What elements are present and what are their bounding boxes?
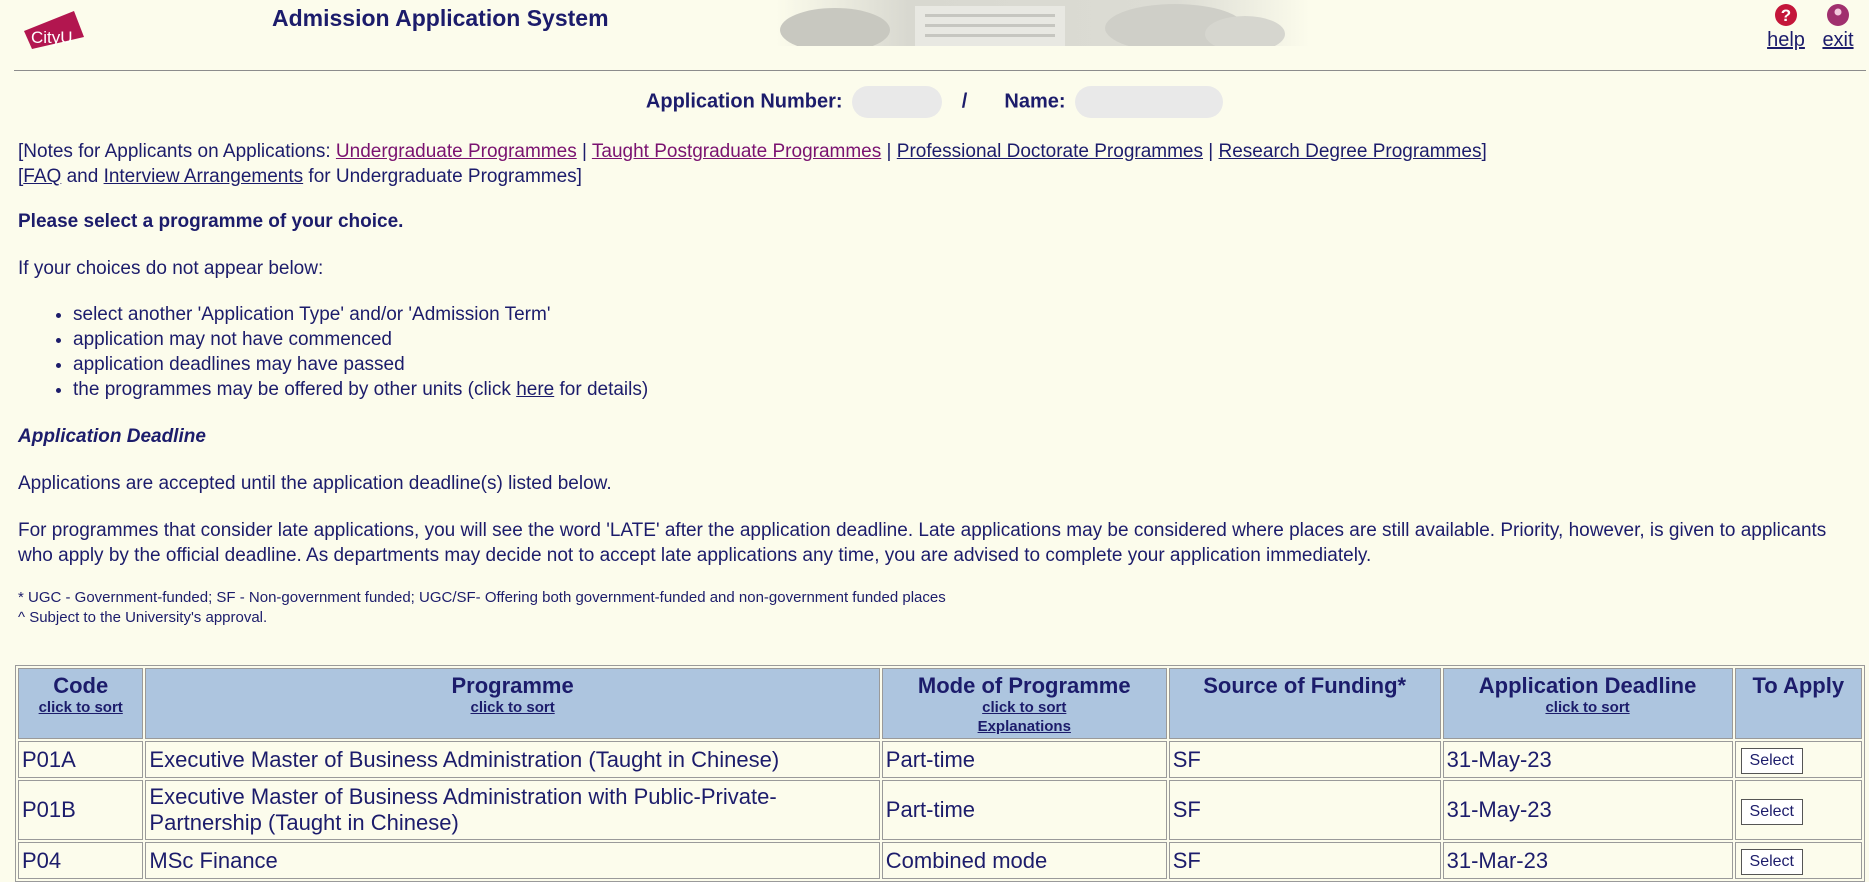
sort-by-programme-link[interactable]: click to sort — [150, 698, 874, 717]
instructions-section: [Notes for Applicants on Applications: U… — [18, 139, 1858, 628]
sort-by-mode-link[interactable]: click to sort — [887, 698, 1162, 717]
mode-explanations-link[interactable]: Explanations — [887, 717, 1162, 736]
app-title: Admission Application System — [272, 5, 609, 31]
apply-cell: Select — [1734, 741, 1862, 778]
applicant-separator: / — [961, 90, 968, 113]
funding-source-cell: SF — [1168, 842, 1441, 879]
reason-text: for details) — [554, 379, 649, 400]
notes-separator: | — [881, 141, 897, 162]
select-programme-button[interactable]: Select — [1740, 849, 1803, 875]
mode-column-header: Mode of Programme click to sort Explanatio… — [881, 668, 1167, 739]
list-item: application may not have commenced — [73, 327, 1858, 352]
column-title: Source of Funding* — [1203, 673, 1407, 698]
funding-source-cell: SF — [1168, 780, 1441, 840]
help-link[interactable]: help — [1766, 29, 1806, 52]
header-divider — [14, 70, 1866, 71]
programme-mode-cell: Part-time — [881, 780, 1167, 840]
column-title: Code — [53, 673, 109, 698]
programme-name-cell: Executive Master of Business Administrat… — [145, 780, 880, 840]
accepted-until-text: Applications are accepted until the appl… — [18, 473, 612, 494]
list-item: the programmes may be offered by other u… — [73, 377, 1858, 402]
other-units-here-link[interactable]: here — [516, 379, 554, 400]
funding-column-header: Source of Funding* — [1168, 668, 1441, 739]
programme-name-cell: Executive Master of Business Administrat… — [145, 741, 880, 778]
svg-text:?: ? — [1781, 6, 1791, 25]
apply-cell: Select — [1734, 780, 1862, 840]
table-header-row: Code click to sort Programme click to sort… — [18, 668, 1862, 739]
notes-separator: | — [1203, 141, 1219, 162]
approval-footnote: ^ Subject to the University's approval. — [18, 609, 268, 626]
name-label: Name: — [1004, 90, 1066, 113]
table-row: P04 MSc Finance Combined mode SF 31-Mar-… — [18, 842, 1862, 879]
select-programme-button[interactable]: Select — [1740, 798, 1803, 825]
deadline-cell: 31-May-23 — [1442, 780, 1733, 840]
application-number-redacted — [852, 86, 943, 118]
funding-footnote: * UGC - Government-funded; SF - Non-gove… — [18, 589, 946, 606]
programme-code-cell: P01B — [18, 780, 144, 840]
table-row: P01B Executive Master of Business Admini… — [18, 780, 1862, 840]
app-header: CityU Admission Application System ? hel… — [0, 0, 1869, 51]
applicant-info: Application Number: / Name: — [0, 86, 1869, 118]
exit-icon[interactable] — [1826, 3, 1850, 27]
deadline-column-header: Application Deadline click to sort — [1442, 668, 1733, 739]
deadline-cell: 31-Mar-23 — [1442, 842, 1733, 879]
application-deadline-heading: Application Deadline — [18, 426, 206, 447]
programme-code-cell: P01A — [18, 741, 144, 778]
notes-separator: | — [576, 141, 592, 162]
faq-line: [FAQ and Interview Arrangements for Unde… — [18, 164, 1858, 189]
sort-by-code-link[interactable]: click to sort — [23, 698, 138, 717]
programme-table: Code click to sort Programme click to sort… — [15, 665, 1865, 882]
help-link-group[interactable]: ? help — [1766, 3, 1806, 52]
tpg-notes-link[interactable]: Taught Postgraduate Programmes — [592, 141, 881, 162]
choices-missing-text: If your choices do not appear below: — [18, 258, 324, 279]
column-title: Mode of Programme — [917, 673, 1131, 698]
exit-link-group[interactable]: exit — [1818, 3, 1858, 52]
logo-text: CityU — [31, 28, 73, 47]
programme-column-header: Programme click to sort — [145, 668, 880, 739]
exit-link[interactable]: exit — [1818, 29, 1858, 52]
notes-prefix: [Notes for Applicants on Applications: — [18, 141, 336, 162]
prof-doctorate-notes-link[interactable]: Professional Doctorate Programmes — [897, 141, 1203, 162]
column-title: Programme — [451, 673, 574, 698]
select-programme-title: Please select a programme of your choice… — [18, 211, 404, 232]
column-title: Application Deadline — [1478, 673, 1697, 698]
notes-line: [Notes for Applicants on Applications: U… — [18, 139, 1858, 164]
programme-mode-cell: Combined mode — [881, 842, 1167, 879]
programme-mode-cell: Part-time — [881, 741, 1167, 778]
faq-and: and — [61, 166, 104, 187]
programme-code-cell: P04 — [18, 842, 144, 879]
table-row: P01A Executive Master of Business Admini… — [18, 741, 1862, 778]
list-item: application deadlines may have passed — [73, 352, 1858, 377]
missing-reasons-list: select another 'Application Type' and/or… — [18, 302, 1858, 402]
research-degree-notes-link[interactable]: Research Degree Programmes — [1219, 141, 1482, 162]
interview-arrangements-link[interactable]: Interview Arrangements — [104, 166, 304, 187]
apply-column-header: To Apply — [1734, 668, 1862, 739]
faq-link[interactable]: FAQ — [23, 166, 61, 187]
campus-banner-image — [775, 0, 1310, 46]
cityu-logo: CityU — [24, 11, 84, 49]
code-column-header: Code click to sort — [18, 668, 144, 739]
select-programme-button[interactable]: Select — [1740, 748, 1803, 774]
application-number-label: Application Number: — [645, 90, 843, 113]
programme-name-cell: MSc Finance — [145, 842, 880, 879]
reason-text: the programmes may be offered by other u… — [73, 379, 517, 400]
sort-by-deadline-link[interactable]: click to sort — [1448, 698, 1728, 717]
help-icon[interactable]: ? — [1774, 3, 1798, 27]
notes-suffix: ] — [1481, 141, 1487, 162]
applicant-name-redacted — [1075, 86, 1224, 118]
apply-cell: Select — [1734, 842, 1862, 879]
column-title: To Apply — [1752, 673, 1845, 698]
deadline-cell: 31-May-23 — [1442, 741, 1733, 778]
faq-suffix: for Undergraduate Programmes] — [303, 166, 582, 187]
late-applications-text: For programmes that consider late applic… — [18, 520, 1827, 566]
list-item: select another 'Application Type' and/or… — [73, 302, 1858, 327]
funding-source-cell: SF — [1168, 741, 1441, 778]
ug-notes-link[interactable]: Undergraduate Programmes — [336, 141, 577, 162]
